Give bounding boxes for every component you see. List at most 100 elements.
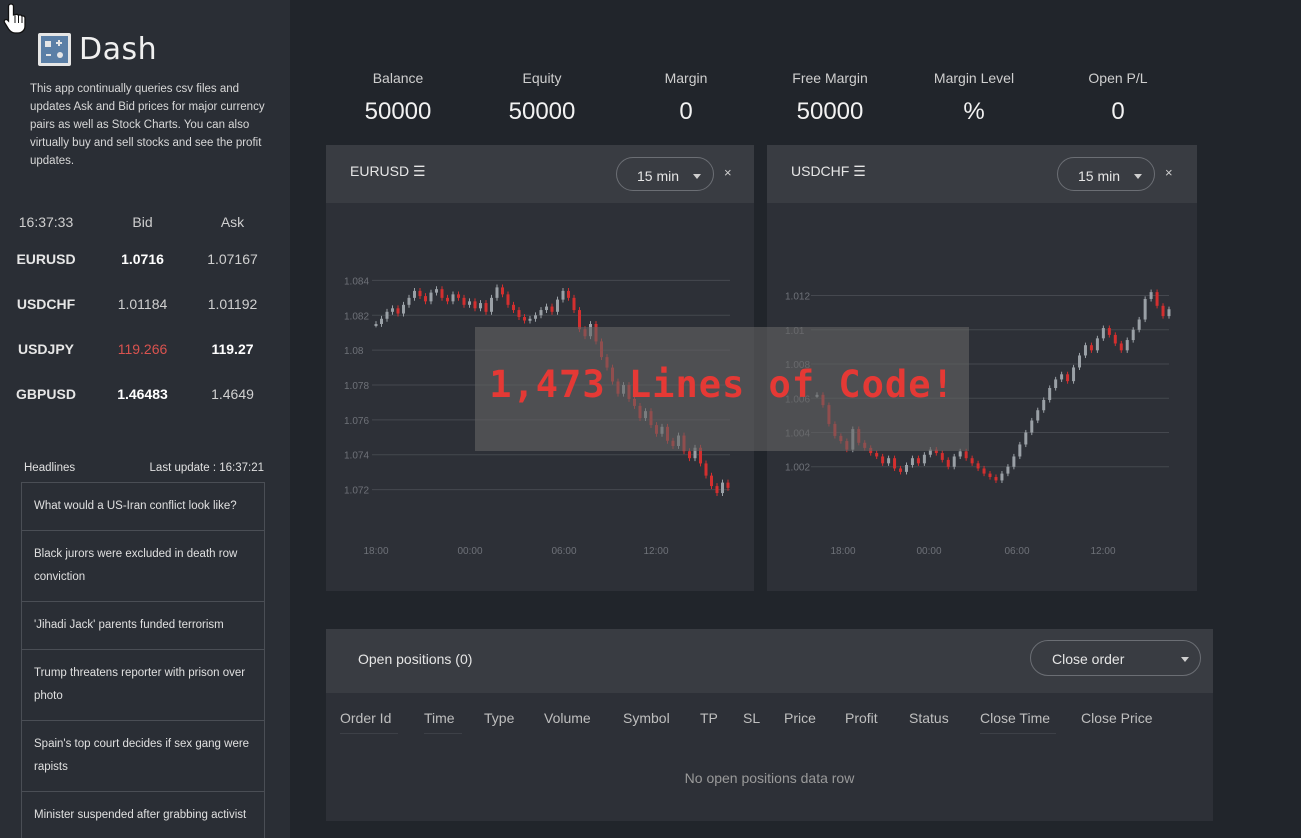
candle-body [374,324,378,326]
candle-body [899,468,903,472]
headline-item[interactable]: What would a US-Iran conflict look like? [21,482,265,531]
candle-body [1042,399,1046,411]
candle-body [1036,410,1040,421]
candle-body [904,465,908,472]
candle-body [402,304,405,314]
stat-label: Free Margin [792,70,868,86]
headline-item[interactable]: Black jurors were excluded in death row … [21,531,265,602]
candle-body [970,458,974,464]
quote-row-gbpusd[interactable]: GBPUSD 1.46483 1.4649 [0,377,290,411]
y-tick-label: 1.074 [344,451,369,462]
col-close-price[interactable]: Close Price [1081,710,1153,726]
col-close-time[interactable]: Close Time [980,710,1050,726]
column-divider [424,733,462,734]
candle-body [451,294,455,302]
y-tick-label: 1.076 [344,416,369,427]
quote-ask: 1.01192 [207,296,258,312]
open-positions-panel: Open positions (0) Close order Order Id … [326,629,1213,821]
stat-margin: Margin 0 [616,70,756,126]
app-title: Dash [79,32,158,67]
candle-body [1125,340,1129,351]
col-sl[interactable]: SL [743,710,760,726]
candle-body [1012,456,1016,467]
candle-body [893,458,897,469]
app-logo: Dash [38,32,157,67]
candle-body [1018,444,1022,457]
candle-body [435,289,438,293]
last-update: Last update : 16:37:21 [149,462,264,474]
close-chart-button[interactable]: × [1165,165,1173,180]
quote-row-usdjpy[interactable]: USDJPY 119.266 119.27 [0,332,290,366]
candle-body [523,317,526,321]
chart-title[interactable]: EURUSD ☰ [350,163,426,180]
candle-body [922,454,926,464]
account-stats: Balance 50000 Equity 50000 Margin 0 Free… [326,70,1196,136]
candle-body [1030,420,1034,433]
candle-body [1006,466,1010,474]
stat-label: Margin Level [933,70,1015,86]
close-order-select[interactable]: Close order [1030,640,1201,676]
col-symbol[interactable]: Symbol [623,710,670,726]
col-price[interactable]: Price [784,710,816,726]
candle-body [572,297,576,311]
candle-body [887,458,891,464]
col-order-id[interactable]: Order Id [340,710,391,726]
interval-select[interactable]: 15 min [616,157,714,191]
candle-body [988,473,992,478]
close-chart-button[interactable]: × [724,165,732,180]
candle-body [994,477,998,481]
dash-logo-icon [38,33,71,66]
col-type[interactable]: Type [484,710,514,726]
candle-body [484,303,488,312]
candle-body [1155,292,1159,306]
candle-body [1101,328,1105,339]
candle-body [517,310,521,318]
candle-body [407,297,411,305]
headline-item[interactable]: 'Jihadi Jack' parents funded terrorism [21,602,265,650]
quote-row-usdchf[interactable]: USDCHF 1.01184 1.01192 [0,287,290,321]
candle-body [539,310,543,316]
stat-value: % [963,98,985,125]
col-volume[interactable]: Volume [544,710,591,726]
candle-body [1066,374,1070,382]
quote-symbol: GBPUSD [16,386,76,402]
chevron-down-icon [693,174,701,179]
sidebar: Dash This app continually queries csv fi… [0,0,290,838]
candle-body [1095,338,1099,351]
headline-item[interactable]: Minister suspended after grabbing activi… [21,792,265,838]
col-profit[interactable]: Profit [845,710,878,726]
candle-body [940,453,944,460]
column-divider [980,733,1056,734]
candle-body [1131,329,1135,341]
candle-body [457,294,460,298]
quote-row-eurusd[interactable]: EURUSD 1.0716 1.07167 [0,242,290,276]
candle-body [910,458,914,466]
candle-body [380,318,383,324]
x-tick-label: 12:00 [643,546,668,557]
col-time[interactable]: Time [424,710,455,726]
x-tick-label: 18:00 [363,546,388,557]
candle-body [1107,328,1111,335]
col-tp[interactable]: TP [700,710,718,726]
headlines-header: Headlines Last update : 16:37:21 [24,462,264,474]
y-tick-label: 1.002 [785,463,810,474]
x-tick-label: 18:00 [830,546,855,557]
candle-body [418,290,422,297]
x-tick-label: 12:00 [1090,546,1115,557]
interval-select[interactable]: 15 min [1057,157,1155,191]
quote-symbol: USDJPY [17,341,75,357]
interval-value: 15 min [637,168,680,184]
y-tick-label: 1.082 [344,311,369,322]
headline-item[interactable]: Spain's top court decides if sex gang we… [21,721,265,792]
candle-body [413,290,416,298]
y-tick-label: 1.072 [344,486,369,497]
x-tick-label: 00:00 [457,546,482,557]
headline-item[interactable]: Trump threatens reporter with prison ove… [21,650,265,721]
candle-body [1000,473,1004,481]
x-tick-label: 00:00 [916,546,941,557]
col-status[interactable]: Status [909,710,949,726]
y-tick-label: 1.078 [344,381,369,392]
close-order-value: Close order [1052,651,1125,667]
candle-body [976,463,980,469]
chart-title[interactable]: USDCHF ☰ [791,163,866,180]
